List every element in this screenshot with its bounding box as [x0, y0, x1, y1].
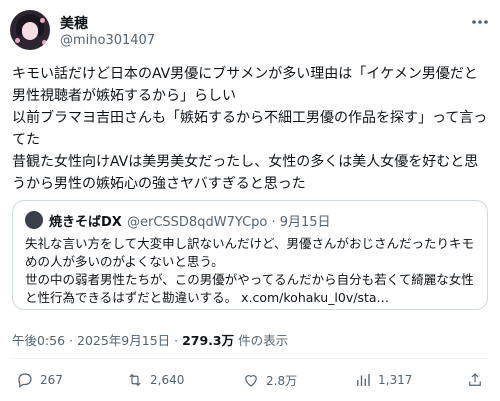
reply-icon [18, 373, 32, 388]
share-icon [469, 373, 481, 386]
divider [12, 358, 488, 359]
quoted-tweet-text: 失礼な言い方をして大変申し訳ないんだけど、男優さんがおじさんだったりキモめの人が… [25, 236, 475, 305]
repost-button[interactable]: 2,640 [126, 370, 184, 390]
like-count: 2.8万 [266, 373, 298, 388]
reply-count: 267 [40, 373, 63, 387]
analytics-icon [357, 374, 370, 386]
share-button[interactable] [466, 370, 490, 390]
tweet-text: キモい話だけど日本のAV男優にブサメンが多い理由は「イケメン男優だと男性視聴者が… [12, 66, 488, 192]
quoted-author-name: 焼きそばDX [49, 215, 122, 230]
tweet-meta: 午後0:56 · 2025年9月15日 · 279.3万 件の表示 [12, 330, 288, 349]
author-handle[interactable]: @miho301407 [60, 33, 155, 48]
repost-icon [129, 373, 141, 387]
views-button[interactable]: 1,317 [354, 370, 412, 390]
like-button[interactable]: 2.8万 [242, 370, 297, 390]
quoted-avatar [25, 211, 43, 229]
bookmark-count: 1,317 [378, 373, 413, 387]
reply-button[interactable]: 267 [16, 370, 63, 390]
more-options-icon[interactable] [470, 12, 490, 36]
heart-icon [245, 375, 257, 387]
repost-count: 2,640 [150, 373, 185, 387]
quoted-tweet-header: 焼きそばDX @erCSSD8qdW7YCpo · 9月15日 [25, 211, 475, 230]
post-timestamp[interactable]: 午後0:56 · 2025年9月15日 · [12, 333, 182, 348]
quoted-tweet[interactable]: 焼きそばDX @erCSSD8qdW7YCpo · 9月15日 失礼な言い方をし… [12, 200, 488, 310]
quoted-author-handle: @erCSSD8qdW7YCpo · 9月15日 [127, 215, 331, 230]
views-label: 件の表示 [234, 333, 289, 348]
action-bar: 267 2,640 2.8万 1,317 [0, 370, 500, 390]
view-count: 279.3万 [182, 333, 235, 348]
author-name[interactable]: 美穂 [60, 13, 88, 33]
tweet-header: 美穂 @miho301407 [10, 10, 490, 54]
avatar[interactable] [10, 10, 50, 50]
